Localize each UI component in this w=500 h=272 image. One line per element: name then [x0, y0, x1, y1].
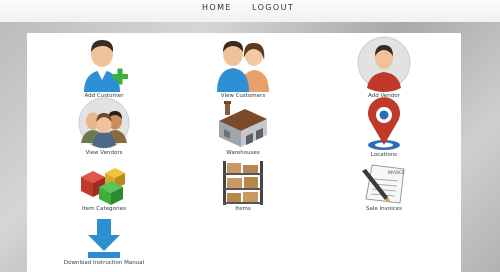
tile-add-customer[interactable]: Add Customer [49, 36, 159, 99]
add-vendor-icon [357, 36, 411, 92]
tile-label: Locations [370, 152, 398, 158]
tile-sale-invoices[interactable]: INVOICE Sale Invoices [329, 161, 439, 212]
invoice-icon: INVOICE [362, 164, 405, 204]
tile-label: Download Instruction Manual [63, 260, 145, 266]
tile-view-vendors[interactable]: View Vendors [49, 97, 159, 156]
view-vendors-icon [78, 97, 130, 149]
tile-locations[interactable]: Locations [329, 97, 439, 158]
tile-download-manual[interactable]: Download Instruction Manual [49, 219, 159, 266]
items-shelf-icon [223, 161, 263, 205]
tile-items[interactable]: Items [188, 159, 298, 212]
tile-label: Items [235, 206, 251, 212]
warehouse-icon [219, 101, 267, 147]
tile-label: Item Categories [82, 206, 126, 212]
top-nav-bar: HOME LOGOUT [0, 0, 500, 22]
tile-add-vendor[interactable]: Add Vendor [329, 36, 439, 99]
nav-logout-link[interactable]: LOGOUT [252, 3, 294, 12]
add-customer-icon [84, 40, 128, 92]
dashboard-panel: Add Customer View Customers Add Vendor V… [27, 33, 461, 272]
tile-view-customers[interactable]: View Customers [188, 36, 298, 99]
download-icon [88, 219, 120, 258]
tile-item-categories[interactable]: Item Categories [49, 161, 159, 212]
item-categories-icon [81, 168, 125, 205]
tile-label: Warehouses [226, 150, 260, 156]
nav-home-link[interactable]: HOME [202, 3, 232, 12]
svg-text:INVOICE: INVOICE [388, 170, 405, 175]
tile-label: View Vendors [85, 150, 123, 156]
tile-warehouses[interactable]: Warehouses [188, 97, 298, 156]
view-customers-icon [217, 41, 269, 92]
tile-label: Sale Invoices [365, 206, 403, 212]
location-pin-icon [368, 97, 400, 150]
